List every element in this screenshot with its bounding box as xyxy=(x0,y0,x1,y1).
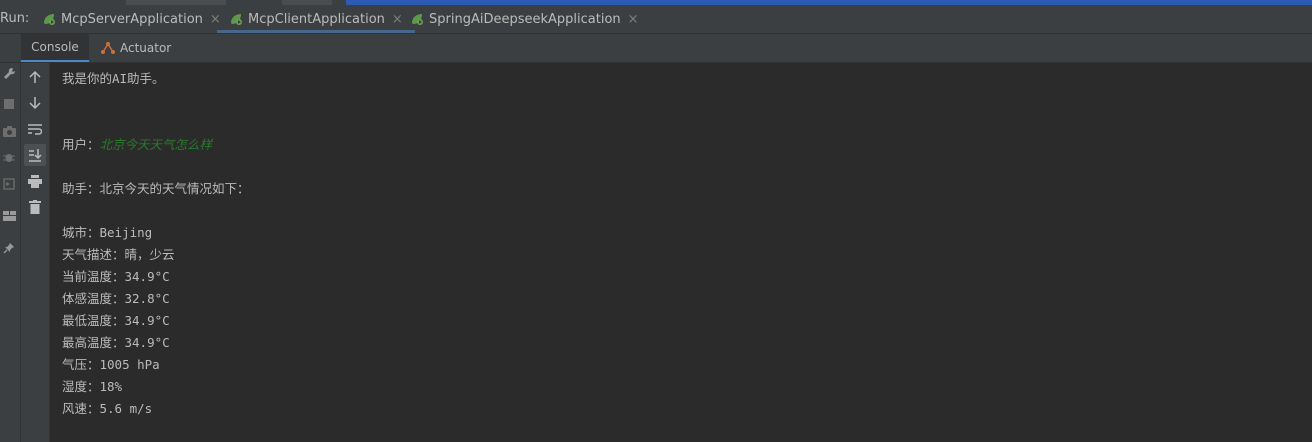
actuator-icon xyxy=(100,41,116,55)
console-toolstrip xyxy=(21,63,50,442)
scroll-to-end-icon[interactable] xyxy=(24,144,46,166)
spring-boot-icon xyxy=(229,12,243,26)
tab-console-label: Console xyxy=(31,40,79,54)
user-message: 北京今天天气怎么样 xyxy=(99,137,213,152)
run-tab-label: SpringAiDeepseekApplication xyxy=(429,11,621,27)
weather-line: 气压：1005 hPa xyxy=(62,357,160,372)
weather-line: 当前温度：34.9°C xyxy=(62,269,170,284)
greeting-line: 我是你的AI助手。 xyxy=(62,71,165,86)
weather-line: 最高温度：34.9°C xyxy=(62,335,170,350)
run-toolbar: Run: McpServerApplication × McpClientApp… xyxy=(0,5,1312,34)
assistant-intro-line: 助手：北京今天的天气情况如下： xyxy=(62,181,250,196)
trash-icon[interactable] xyxy=(24,196,46,218)
console-tabbar: Console Actuator xyxy=(0,34,1312,63)
spring-boot-icon xyxy=(42,12,56,26)
stop-icon[interactable] xyxy=(0,93,20,115)
weather-line: 最低温度：34.9°C xyxy=(62,313,170,328)
run-tab-mcp-server[interactable]: McpServerApplication × xyxy=(42,5,221,33)
weather-line: 体感温度：32.8°C xyxy=(62,291,170,306)
layout-icon[interactable] xyxy=(0,205,20,227)
weather-line: 湿度：18% xyxy=(62,379,123,394)
camera-icon[interactable] xyxy=(0,120,20,142)
arrow-up-icon[interactable] xyxy=(24,66,46,88)
user-line: 用户：北京今天天气怎么样 xyxy=(62,134,212,153)
close-icon[interactable]: × xyxy=(628,12,639,27)
weather-line: 城市：Beijing xyxy=(62,225,153,240)
close-icon[interactable]: × xyxy=(210,12,221,27)
spring-boot-icon xyxy=(410,12,424,26)
weather-line: 风速：5.6 m/s xyxy=(62,401,153,416)
run-tab-label: McpServerApplication xyxy=(61,11,203,27)
pin-icon[interactable] xyxy=(0,237,20,259)
user-prefix: 用户： xyxy=(62,137,100,152)
soft-wrap-icon[interactable] xyxy=(24,118,46,140)
console-output[interactable]: 我是你的AI助手。 用户：北京今天天气怎么样 助手：北京今天的天气情况如下： 城… xyxy=(50,63,1312,442)
weather-line: 天气描述：晴，少云 xyxy=(62,247,175,262)
run-label: Run: xyxy=(0,11,30,26)
close-icon[interactable]: × xyxy=(392,12,403,27)
run-tab-label: McpClientApplication xyxy=(248,11,385,27)
tab-console[interactable]: Console xyxy=(21,34,89,62)
wrench-icon[interactable] xyxy=(0,62,20,84)
tab-actuator[interactable]: Actuator xyxy=(100,34,171,62)
run-tab-mcp-client[interactable]: McpClientApplication × xyxy=(217,5,415,33)
exit-icon[interactable] xyxy=(0,173,20,195)
tab-actuator-label: Actuator xyxy=(120,41,172,55)
run-side-toolbar xyxy=(0,34,21,442)
arrow-down-icon[interactable] xyxy=(24,92,46,114)
print-icon[interactable] xyxy=(24,170,46,192)
debug-icon[interactable] xyxy=(0,146,20,168)
run-tab-spring-ai-deepseek[interactable]: SpringAiDeepseekApplication × xyxy=(410,5,639,33)
